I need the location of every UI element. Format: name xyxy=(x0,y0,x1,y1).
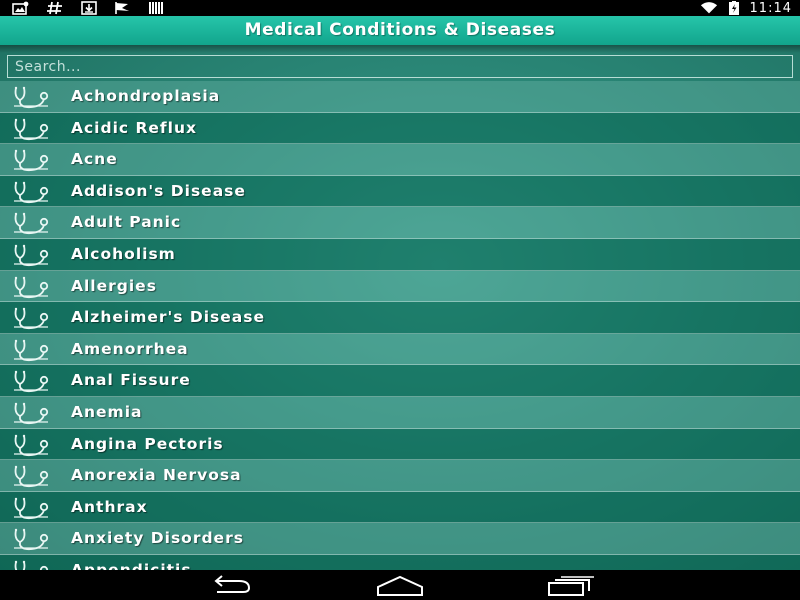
stethoscope-icon xyxy=(12,559,54,570)
gallery-notification-icon xyxy=(12,1,29,15)
list-item[interactable]: Anorexia Nervosa xyxy=(0,460,800,492)
list-item-label: Anthrax xyxy=(71,497,148,516)
stethoscope-icon xyxy=(12,527,54,551)
list-item[interactable]: Acne xyxy=(0,144,800,176)
wifi-icon xyxy=(700,2,717,14)
list-item-label: Alcoholism xyxy=(71,244,176,263)
stethoscope-icon xyxy=(12,464,54,488)
stethoscope-icon xyxy=(12,306,54,330)
list-item-label: Appendicitis xyxy=(71,560,192,570)
home-icon[interactable] xyxy=(375,574,425,596)
list-item[interactable]: Allergies xyxy=(0,270,800,303)
stethoscope-icon xyxy=(12,180,54,204)
list-item[interactable]: Alcoholism xyxy=(0,238,800,271)
list-item[interactable]: Appendicitis xyxy=(0,554,800,570)
conditions-list: Achondroplasia Acidic Reflux Acne Addison's… xyxy=(0,81,800,570)
status-bar-system: 11:14 xyxy=(700,0,792,16)
list-item-label: Acidic Reflux xyxy=(71,118,198,137)
list-item[interactable]: Achondroplasia xyxy=(0,81,800,113)
stethoscope-icon xyxy=(12,338,54,362)
list-item-label: Anemia xyxy=(71,402,143,421)
stethoscope-icon xyxy=(12,117,54,141)
clock: 11:14 xyxy=(749,0,792,16)
status-bar: 11:14 xyxy=(0,0,800,16)
page-title: Medical Conditions & Diseases xyxy=(244,20,556,40)
list-item-label: Anorexia Nervosa xyxy=(71,466,242,485)
flag-notification-icon xyxy=(115,2,129,14)
list-item-label: Alzheimer's Disease xyxy=(71,308,265,327)
status-bar-notifications xyxy=(12,0,166,16)
list-item[interactable]: Anemia xyxy=(0,396,800,429)
stethoscope-icon xyxy=(12,401,54,425)
list-item-label: Angina Pectoris xyxy=(71,434,224,453)
search-input[interactable] xyxy=(7,55,793,78)
list-item[interactable]: Anthrax xyxy=(0,491,800,524)
list-item[interactable]: Amenorrhea xyxy=(0,333,800,366)
navigation-bar xyxy=(0,570,800,600)
stethoscope-icon xyxy=(12,211,54,235)
battery-charging-icon xyxy=(728,1,739,15)
list-item[interactable]: Anal Fissure xyxy=(0,365,800,397)
back-icon[interactable] xyxy=(205,574,255,596)
list-item-label: Achondroplasia xyxy=(71,87,221,105)
list-item[interactable]: Adult Panic xyxy=(0,207,800,239)
title-bar-shadow xyxy=(0,45,800,53)
list-item-label: Anxiety Disorders xyxy=(71,529,244,548)
stethoscope-icon xyxy=(12,243,54,267)
list-item[interactable]: Anxiety Disorders xyxy=(0,523,800,555)
recent-apps-icon[interactable] xyxy=(546,574,596,596)
title-bar: Medical Conditions & Diseases xyxy=(0,16,800,45)
list-item[interactable]: Angina Pectoris xyxy=(0,428,800,461)
list-item[interactable]: Alzheimer's Disease xyxy=(0,302,800,334)
list-item-label: Addison's Disease xyxy=(71,181,246,200)
stethoscope-icon xyxy=(12,275,54,299)
list-item-label: Adult Panic xyxy=(71,213,182,232)
app-content: Medical Conditions & Diseases Achondropl… xyxy=(0,16,800,570)
list-item[interactable]: Addison's Disease xyxy=(0,175,800,208)
list-item[interactable]: Acidic Reflux xyxy=(0,112,800,145)
stethoscope-icon xyxy=(12,433,54,457)
stethoscope-icon xyxy=(12,369,54,393)
list-item-label: Anal Fissure xyxy=(71,371,191,390)
list-item-label: Acne xyxy=(71,150,118,169)
list-item-label: Allergies xyxy=(71,276,157,295)
stethoscope-icon xyxy=(12,148,54,172)
hash-notification-icon xyxy=(47,1,62,15)
stethoscope-icon xyxy=(12,496,54,520)
barcode-notification-icon xyxy=(149,2,163,14)
download-notification-icon xyxy=(81,1,97,15)
list-item-label: Amenorrhea xyxy=(71,339,189,358)
stethoscope-icon xyxy=(12,85,54,109)
